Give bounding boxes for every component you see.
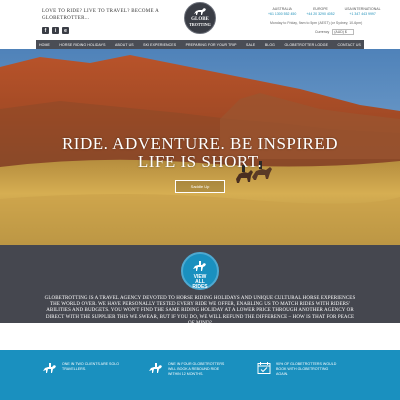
facebook-icon[interactable]: f <box>42 27 49 34</box>
nav-item-horse-riding-holidays[interactable]: Horse Riding Holidays <box>59 43 105 47</box>
currency-label: Currency <box>315 30 330 34</box>
stat-item-satisfaction: 90% of Globetrotters would book with Glo… <box>256 362 338 376</box>
horse-rider-icon <box>193 261 206 271</box>
instagram-icon[interactable]: i <box>52 27 59 34</box>
social-links: f i e <box>42 27 69 34</box>
office-phone[interactable]: +44 20 3290 4052 <box>306 12 334 17</box>
nav-item-lodge[interactable]: Globetrotter Lodge <box>284 43 328 47</box>
logo-text: GLOBE TROTTING <box>184 17 216 27</box>
stat-text: 90% of Globetrotters would book with Glo… <box>276 362 337 376</box>
nav-item-sale[interactable]: Sale <box>246 43 255 47</box>
stat-item-solo: One in two clients are solo travellers. <box>42 362 124 374</box>
nav-item-blog[interactable]: Blog <box>265 43 275 47</box>
office-phone[interactable]: +61 1300 552 450 <box>268 12 296 17</box>
nav-item-ski-experiences[interactable]: Ski Experiences <box>143 43 176 47</box>
hero-title: RIDE. ADVENTURE. BE INSPIRED LIFE IS SHO… <box>0 135 400 171</box>
office-hours: Monday to Friday, 9am to 5pm (AEST) (or … <box>270 21 363 25</box>
site-header: Love to ride? Live to travel? Become a G… <box>0 0 400 40</box>
saddle-up-button[interactable]: Saddle Up <box>175 180 225 193</box>
office-usa: USA/INTERNATIONAL +1 347 443 9997 <box>345 7 381 17</box>
stat-text: One in four Globetrotters will book a re… <box>168 362 225 376</box>
office-contacts: AUSTRALIA +61 1300 552 450 EUROPE +44 20… <box>268 7 381 17</box>
site-tagline: Love to ride? Live to travel? Become a G… <box>42 9 159 21</box>
hero-title-line2: LIFE IS SHORT. <box>137 152 263 171</box>
calendar-icon <box>257 362 271 374</box>
nav-item-contact-us[interactable]: Contact Us <box>338 43 361 47</box>
nav-item-home[interactable]: Home <box>39 43 50 47</box>
office-phone[interactable]: +1 347 443 9997 <box>345 12 381 17</box>
view-all-rides-label[interactable]: VIEW ALL RIDES <box>181 275 219 290</box>
office-europe: EUROPE +44 20 3290 4052 <box>306 7 334 17</box>
currency-switcher: Currency (AUD) $ <box>315 29 355 35</box>
stat-text: One in two clients are solo travellers. <box>62 362 120 371</box>
email-icon[interactable]: e <box>62 27 69 34</box>
nav-item-preparing[interactable]: Preparing for your Trip <box>186 43 237 47</box>
office-australia: AUSTRALIA +61 1300 552 450 <box>268 7 296 17</box>
main-nav: Home Horse Riding Holidays About Us Ski … <box>36 40 364 49</box>
nav-item-about-us[interactable]: About Us <box>115 43 134 47</box>
currency-select[interactable]: (AUD) $ <box>332 29 355 35</box>
site-logo[interactable]: GLOBE TROTTING <box>184 2 216 37</box>
logo-text-line2: TROTTING <box>189 22 211 27</box>
about-description: Globetrotting is a travel agency devoted… <box>44 296 356 326</box>
hero-title-line1: RIDE. ADVENTURE. BE INSPIRED <box>61 134 339 153</box>
horse-logo-icon <box>194 8 206 15</box>
hero-banner: RIDE. ADVENTURE. BE INSPIRED LIFE IS SHO… <box>0 49 400 245</box>
stat-item-rebook: One in four Globetrotters will book a re… <box>148 362 230 376</box>
horse-rider-icon <box>149 363 162 373</box>
view-all-rides-line3: RIDES <box>192 284 208 290</box>
horse-rider-icon <box>43 363 56 373</box>
